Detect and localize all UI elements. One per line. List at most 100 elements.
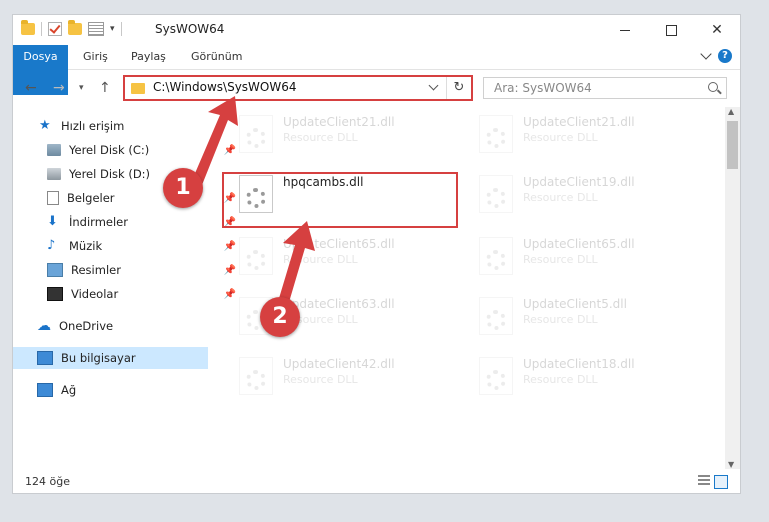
sidebar-item-label: Belgeler	[67, 191, 115, 205]
up-arrow-icon[interactable]: ↑	[99, 80, 111, 96]
download-icon: ⬇	[47, 214, 58, 229]
videos-icon	[47, 287, 63, 301]
close-icon: ✕	[711, 22, 723, 38]
computer-icon	[37, 351, 53, 365]
file-name: UpdateClient42.dll	[283, 357, 395, 371]
properties-icon[interactable]	[88, 22, 104, 36]
maximize-icon	[665, 24, 677, 36]
sidebar-item-downloads[interactable]: ⬇ İndirmeler 📌	[13, 211, 242, 233]
cloud-icon: ☁	[37, 318, 51, 334]
file-name: UpdateClient21.dll	[283, 115, 395, 129]
tab-home[interactable]: Giriş	[73, 45, 118, 69]
file-name: UpdateClient5.dll	[523, 297, 627, 311]
sidebar-item-videos[interactable]: Videolar 📌	[13, 283, 242, 305]
dll-file-icon	[479, 175, 513, 213]
file-name: UpdateClient21.dll	[523, 115, 635, 129]
file-item[interactable]: UpdateClient21.dll Resource DLL	[231, 109, 461, 159]
explorer-window: ▾ SysWOW64 ✕ Dosya Giriş Paylaş Görünüm …	[12, 14, 741, 494]
sidebar-item-music[interactable]: ♪ Müzik 📌	[13, 235, 242, 257]
gear-icon	[486, 188, 506, 208]
pictures-icon	[47, 263, 63, 277]
vertical-scrollbar[interactable]: ▲ ▼	[725, 107, 740, 469]
new-folder-icon[interactable]	[68, 20, 82, 35]
file-item[interactable]: UpdateClient18.dll Resource DLL	[471, 351, 701, 401]
back-arrow-icon[interactable]: ←	[25, 80, 37, 96]
search-placeholder[interactable]: Ara: SysWOW64	[494, 81, 592, 95]
gear-icon	[486, 310, 506, 330]
tiles-view-icon[interactable]	[714, 475, 728, 489]
status-bar: 124 öğe	[13, 471, 740, 493]
dll-file-icon	[239, 357, 273, 395]
sidebar-item-this-pc[interactable]: Bu bilgisayar	[13, 347, 208, 369]
gear-icon	[246, 370, 266, 390]
folder-icon	[21, 20, 35, 35]
close-button[interactable]: ✕	[694, 15, 740, 45]
file-item[interactable]: UpdateClient19.dll Resource DLL	[471, 169, 701, 219]
file-description: Resource DLL	[523, 313, 598, 326]
sidebar-item-label: Hızlı erişim	[61, 119, 125, 133]
maximize-button[interactable]	[648, 15, 694, 45]
sidebar-item-label: OneDrive	[59, 319, 114, 333]
dll-file-icon	[479, 357, 513, 395]
gear-icon	[486, 370, 506, 390]
sidebar-item-pictures[interactable]: Resimler 📌	[13, 259, 242, 281]
file-description: Resource DLL	[283, 131, 358, 144]
search-box[interactable]: Ara: SysWOW64	[483, 77, 727, 99]
sidebar-item-label: Resimler	[71, 263, 121, 277]
forward-arrow-icon[interactable]: →	[53, 80, 65, 96]
details-view-icon[interactable]	[698, 475, 710, 487]
dll-file-icon	[479, 297, 513, 335]
dll-file-icon	[479, 237, 513, 275]
properties-check-icon[interactable]	[48, 22, 62, 36]
network-icon	[37, 383, 53, 397]
file-name: UpdateClient18.dll	[523, 357, 635, 371]
title-bar: ▾ SysWOW64 ✕	[13, 15, 740, 45]
separator	[41, 22, 42, 36]
file-description: Resource DLL	[523, 191, 598, 204]
sidebar-item-label: Müzik	[69, 239, 103, 253]
sidebar-item-onedrive[interactable]: ☁ OneDrive	[13, 315, 232, 337]
search-icon[interactable]	[708, 82, 718, 92]
chevron-down-icon[interactable]	[428, 80, 439, 91]
minimize-button[interactable]	[602, 15, 648, 45]
gear-icon	[486, 250, 506, 270]
view-toggle	[698, 475, 728, 489]
tab-view[interactable]: Görünüm	[181, 45, 252, 69]
file-item[interactable]: UpdateClient42.dll Resource DLL	[231, 351, 461, 401]
file-description: Resource DLL	[523, 373, 598, 386]
sidebar-item-label: Yerel Disk (D:)	[69, 167, 151, 181]
file-name: UpdateClient19.dll	[523, 175, 635, 189]
item-count: 124 öğe	[25, 475, 70, 488]
sidebar-item-network[interactable]: Ağ	[13, 379, 232, 401]
file-item[interactable]: UpdateClient65.dll Resource DLL	[471, 231, 701, 281]
help-icon[interactable]: ?	[718, 49, 732, 63]
sidebar-item-label: Videolar	[71, 287, 119, 301]
dll-file-icon	[479, 115, 513, 153]
file-item[interactable]: UpdateClient21.dll Resource DLL	[471, 109, 701, 159]
refresh-icon[interactable]: ↻	[446, 77, 471, 99]
minimize-icon	[620, 29, 630, 31]
scroll-down-icon[interactable]: ▼	[728, 460, 734, 469]
star-icon: ★	[39, 118, 51, 133]
window-title: SysWOW64	[155, 22, 225, 36]
file-description: Resource DLL	[523, 131, 598, 144]
scroll-up-icon[interactable]: ▲	[728, 107, 734, 116]
drive-icon	[47, 144, 61, 156]
sidebar-item-label: Bu bilgisayar	[61, 351, 136, 365]
folder-icon	[131, 83, 145, 94]
quick-access-toolbar: ▾	[21, 20, 122, 36]
step-badge-2: 2	[260, 297, 300, 337]
scroll-thumb[interactable]	[727, 121, 738, 169]
sidebar-item-label: Yerel Disk (C:)	[69, 143, 150, 157]
file-item[interactable]: UpdateClient5.dll Resource DLL	[471, 291, 701, 341]
drive-icon	[47, 168, 61, 180]
ribbon-controls: ?	[700, 48, 732, 63]
step-badge-1: 1	[163, 168, 203, 208]
sidebar-item-label: Ağ	[61, 383, 77, 397]
chevron-down-icon[interactable]: ▾	[110, 24, 115, 34]
sidebar-item-label: İndirmeler	[69, 215, 128, 229]
recent-locations-icon[interactable]: ▾	[79, 83, 84, 93]
music-icon: ♪	[47, 238, 56, 253]
tab-share[interactable]: Paylaş	[121, 45, 176, 69]
expand-ribbon-icon[interactable]	[700, 48, 712, 60]
